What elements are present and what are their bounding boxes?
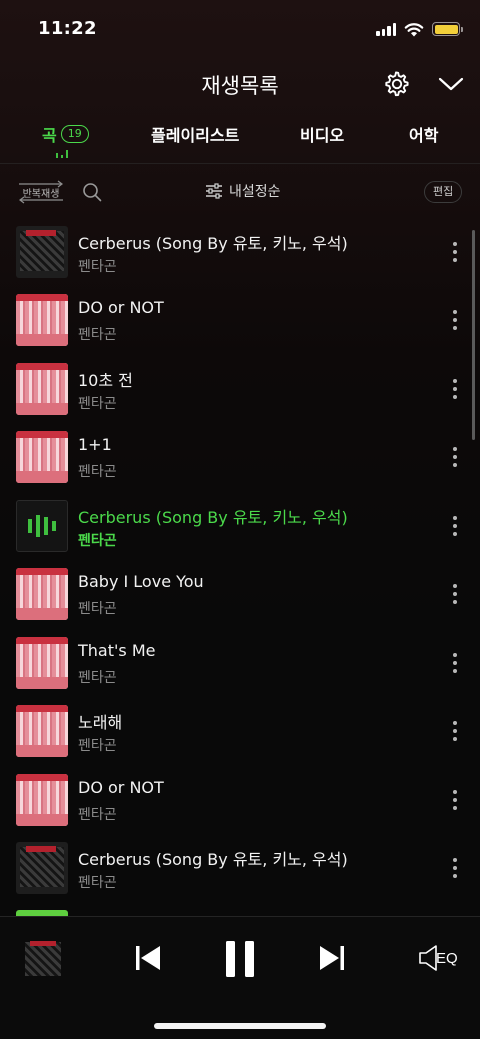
tab-video[interactable]: 비디오: [300, 122, 344, 146]
album-art: [16, 637, 68, 689]
eq-label: EQ: [436, 949, 458, 967]
song-artist: 펜타곤: [78, 396, 117, 412]
tab-language[interactable]: 어학: [409, 122, 438, 146]
sliders-icon: [206, 183, 222, 199]
song-artist: 펜타곤: [78, 670, 117, 686]
tab-bar: 곡 19 플레이리스트 비디오 어학: [0, 112, 480, 164]
song-artist: 펜타곤: [78, 738, 117, 754]
repeat-button[interactable]: 반복재생: [16, 178, 66, 206]
song-row[interactable]: DO or NOT 펜타곤: [0, 766, 470, 834]
song-title: DO or NOT: [78, 778, 164, 797]
more-options-icon[interactable]: [446, 377, 464, 401]
speaker-icon: [419, 945, 437, 971]
album-art: [16, 568, 68, 620]
edit-button[interactable]: 편집: [424, 181, 463, 203]
album-art: [16, 363, 68, 415]
sort-button[interactable]: 내설정순: [205, 181, 281, 201]
chevron-down-icon[interactable]: [438, 74, 464, 94]
battery-icon: [432, 22, 463, 36]
song-title: 10초 전: [78, 371, 133, 390]
song-list[interactable]: Cerberus (Song By 유토, 키노, 우석) 펜타곤 DO or …: [0, 218, 480, 916]
song-artist: 펜타곤: [78, 464, 117, 480]
sort-label: 내설정순: [229, 184, 281, 200]
song-title: That's Me: [78, 641, 156, 660]
more-options-icon[interactable]: [446, 445, 464, 469]
album-art: [16, 431, 68, 483]
album-art: [16, 842, 68, 894]
song-title: 1+1: [78, 435, 112, 454]
song-row[interactable]: That's Me 펜타곤: [0, 629, 470, 697]
status-icons: [376, 20, 463, 38]
song-row[interactable]: 노래해 펜타곤: [0, 697, 470, 765]
tab-songs-label: 곡: [42, 126, 57, 145]
album-art: [16, 774, 68, 826]
more-options-icon[interactable]: [446, 719, 464, 743]
song-artist: 펜타곤: [78, 327, 117, 343]
status-time: 11:22: [38, 18, 97, 39]
tab-songs-count: 19: [60, 125, 89, 143]
album-art: [16, 294, 68, 346]
song-title: Cerberus (Song By 유토, 키노, 우석): [78, 508, 348, 527]
now-playing-indicator-icon: [56, 148, 68, 158]
pause-icon[interactable]: [224, 939, 256, 979]
song-title: Cerberus (Song By 유토, 키노, 우석): [78, 234, 348, 253]
song-row-now-playing[interactable]: Cerberus (Song By 유토, 키노, 우석) 펜타곤: [0, 492, 470, 560]
home-indicator[interactable]: [154, 1023, 326, 1029]
header: 재생목록: [0, 60, 480, 108]
song-row[interactable]: Cerberus (Song By 유토, 키노, 우석) 펜타곤: [0, 218, 470, 286]
signal-icon: [376, 22, 396, 36]
more-options-icon[interactable]: [446, 651, 464, 675]
status-bar: 11:22: [0, 0, 480, 56]
song-row[interactable]: Baby I Love You 펜타곤: [0, 560, 470, 628]
eq-button[interactable]: EQ: [418, 943, 460, 973]
list-toolbar: 반복재생 내설정순 편집: [0, 170, 480, 214]
song-artist: 펜타곤: [78, 533, 117, 549]
more-options-icon[interactable]: [446, 240, 464, 264]
wifi-icon: [404, 22, 424, 36]
song-row[interactable]: Cerberus (Song By 유토, 키노, 우석) 펜타곤: [0, 834, 470, 902]
album-art: [16, 705, 68, 757]
more-options-icon[interactable]: [446, 308, 464, 332]
more-options-icon[interactable]: [446, 514, 464, 538]
tab-playlist[interactable]: 플레이리스트: [151, 122, 239, 146]
more-options-icon[interactable]: [446, 582, 464, 606]
song-row[interactable]: DO or NOT 펜타곤: [0, 286, 470, 354]
song-artist: 펜타곤: [78, 807, 117, 823]
song-row[interactable]: 1+1 펜타곤: [0, 423, 470, 491]
previous-icon[interactable]: [134, 943, 162, 973]
song-title: DO or NOT: [78, 298, 164, 317]
song-artist: 펜타곤: [78, 601, 117, 617]
song-title: 노래해: [78, 713, 123, 732]
scrollbar[interactable]: [472, 230, 475, 440]
player-album-art[interactable]: [22, 938, 64, 980]
more-options-icon[interactable]: [446, 788, 464, 812]
song-artist: 펜타곤: [78, 875, 117, 891]
album-art: [16, 226, 68, 278]
playlist-screen: 11:22 재생목록 곡 19 플레이리스트 비디오 어학 반복재생 내설정순 …: [0, 0, 480, 1039]
now-playing-equalizer-icon: [16, 500, 68, 552]
song-title: Baby I Love You: [78, 572, 204, 591]
next-icon[interactable]: [318, 943, 346, 973]
repeat-label: 반복재생: [22, 189, 60, 200]
song-title: Cerberus (Song By 유토, 키노, 우석): [78, 850, 348, 869]
gear-icon[interactable]: [382, 70, 410, 98]
song-row[interactable]: 10초 전 펜타곤: [0, 355, 470, 423]
search-icon[interactable]: [82, 182, 102, 202]
tab-songs[interactable]: 곡 19: [42, 122, 89, 146]
more-options-icon[interactable]: [446, 856, 464, 880]
battery-level: [434, 24, 458, 34]
mini-player: EQ: [0, 916, 480, 1039]
song-artist: 펜타곤: [78, 259, 117, 275]
